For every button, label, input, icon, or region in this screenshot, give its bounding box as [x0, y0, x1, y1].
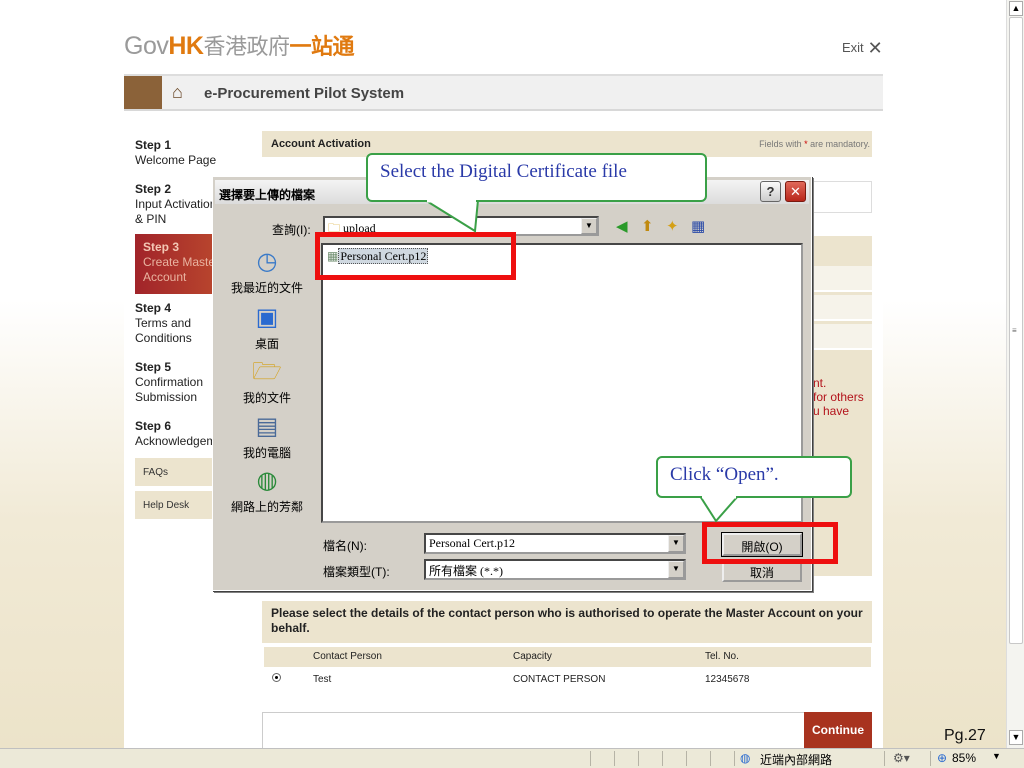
page-number: Pg.27 [944, 727, 986, 744]
security-zone-label: 近端內部網路 [760, 753, 833, 767]
status-separator [884, 751, 885, 766]
status-separator [662, 751, 663, 766]
status-separator [734, 751, 735, 766]
scroll-down-icon[interactable]: ▼ [1009, 730, 1023, 745]
zoom-icon: ⊕ [937, 751, 948, 765]
status-separator [710, 751, 711, 766]
status-separator [930, 751, 931, 766]
scroll-grip-icon: ≡ [1012, 326, 1017, 335]
vertical-scrollbar[interactable]: ▲ ≡ ▼ [1006, 0, 1024, 748]
status-separator [638, 751, 639, 766]
status-separator [686, 751, 687, 766]
callout-pointer-joins [427, 199, 736, 499]
zoom-level[interactable]: 85% [952, 751, 976, 765]
status-separator [614, 751, 615, 766]
status-separator [590, 751, 591, 766]
zoom-dropdown-icon[interactable]: ▼ [992, 751, 1001, 761]
protected-mode-icon[interactable]: ⚙▾ [893, 751, 910, 765]
status-bar: ◍ 近端內部網路 ⚙▾ ⊕ 85% ▼ [0, 748, 1024, 768]
intranet-globe-icon: ◍ [740, 751, 751, 765]
scroll-up-icon[interactable]: ▲ [1009, 1, 1023, 16]
